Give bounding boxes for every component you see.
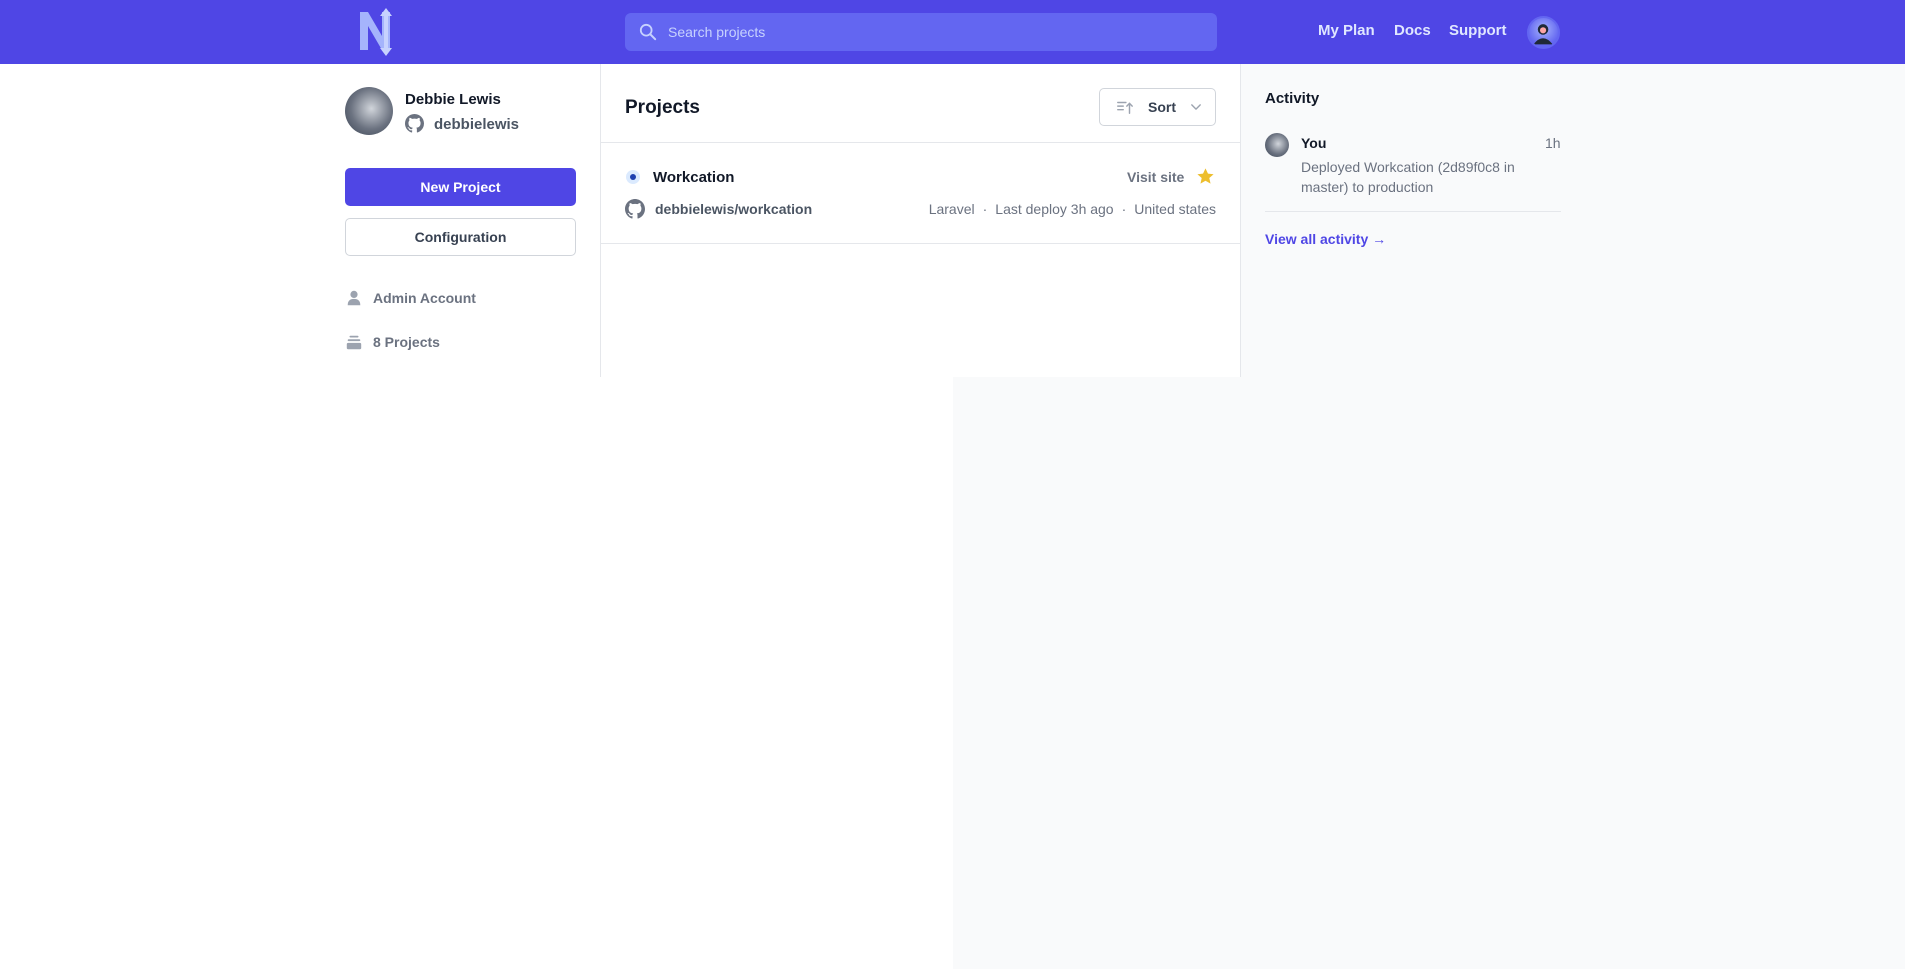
configuration-button[interactable]: Configuration [345, 218, 576, 256]
main-content-area [0, 64, 1240, 377]
project-meta: Laravel · Last deploy 3h ago · United states [928, 201, 1216, 217]
new-project-button[interactable]: New Project [345, 168, 576, 206]
github-icon [625, 199, 645, 219]
user-icon [347, 290, 361, 306]
projects-heading: Projects [625, 97, 700, 118]
projects-count-row: 8 Projects [345, 333, 440, 351]
status-indicator [626, 170, 640, 184]
column-divider [600, 64, 601, 377]
sort-button[interactable]: Sort [1099, 88, 1216, 126]
divider [1265, 211, 1561, 212]
avatar-image [1533, 24, 1553, 45]
region-label: United states [1134, 201, 1216, 217]
visit-site-link[interactable]: Visit site [1127, 169, 1184, 185]
star-icon[interactable] [1196, 167, 1215, 186]
profile-avatar [345, 87, 393, 135]
sort-label: Sort [1148, 99, 1176, 115]
search-input[interactable]: Search projects [625, 13, 1217, 51]
activity-time: 1h [1545, 135, 1561, 151]
top-navbar: Search projects My Plan Docs Support [0, 0, 1905, 64]
activity-description: Deployed Workcation (2d89f0c8 in master)… [1301, 159, 1515, 195]
activity-user: You [1301, 135, 1327, 151]
profile-name: Debbie Lewis [405, 91, 501, 108]
search-icon [639, 23, 657, 41]
nav-link-docs[interactable]: Docs [1394, 22, 1431, 39]
activity-avatar [1265, 133, 1289, 157]
sort-ascending-icon [1117, 101, 1133, 115]
chevron-down-icon [1191, 104, 1201, 110]
profile-handle[interactable]: debbielewis [434, 116, 519, 133]
user-avatar[interactable] [1527, 16, 1560, 49]
logo-icon[interactable] [356, 6, 402, 58]
view-all-activity-link[interactable]: View all activity → [1265, 231, 1386, 247]
divider [601, 142, 1240, 143]
admin-account-label: Admin Account [373, 290, 476, 306]
activity-sidebar [1240, 64, 1905, 377]
framework-label: Laravel [928, 201, 975, 217]
search-placeholder: Search projects [668, 24, 766, 40]
activity-heading: Activity [1265, 90, 1320, 107]
nav-link-my-plan[interactable]: My Plan [1318, 22, 1375, 39]
github-icon [405, 114, 424, 133]
repository-link[interactable]: debbielewis/workcation [655, 201, 812, 217]
admin-account-row: Admin Account [345, 289, 476, 307]
nav-link-support[interactable]: Support [1449, 22, 1507, 39]
column-divider [1240, 64, 1241, 377]
last-deploy-label: Last deploy 3h ago [995, 201, 1114, 217]
collection-icon [346, 335, 362, 350]
projects-count-label: 8 Projects [373, 334, 440, 350]
divider [601, 243, 1240, 244]
project-name[interactable]: Workcation [653, 169, 734, 186]
